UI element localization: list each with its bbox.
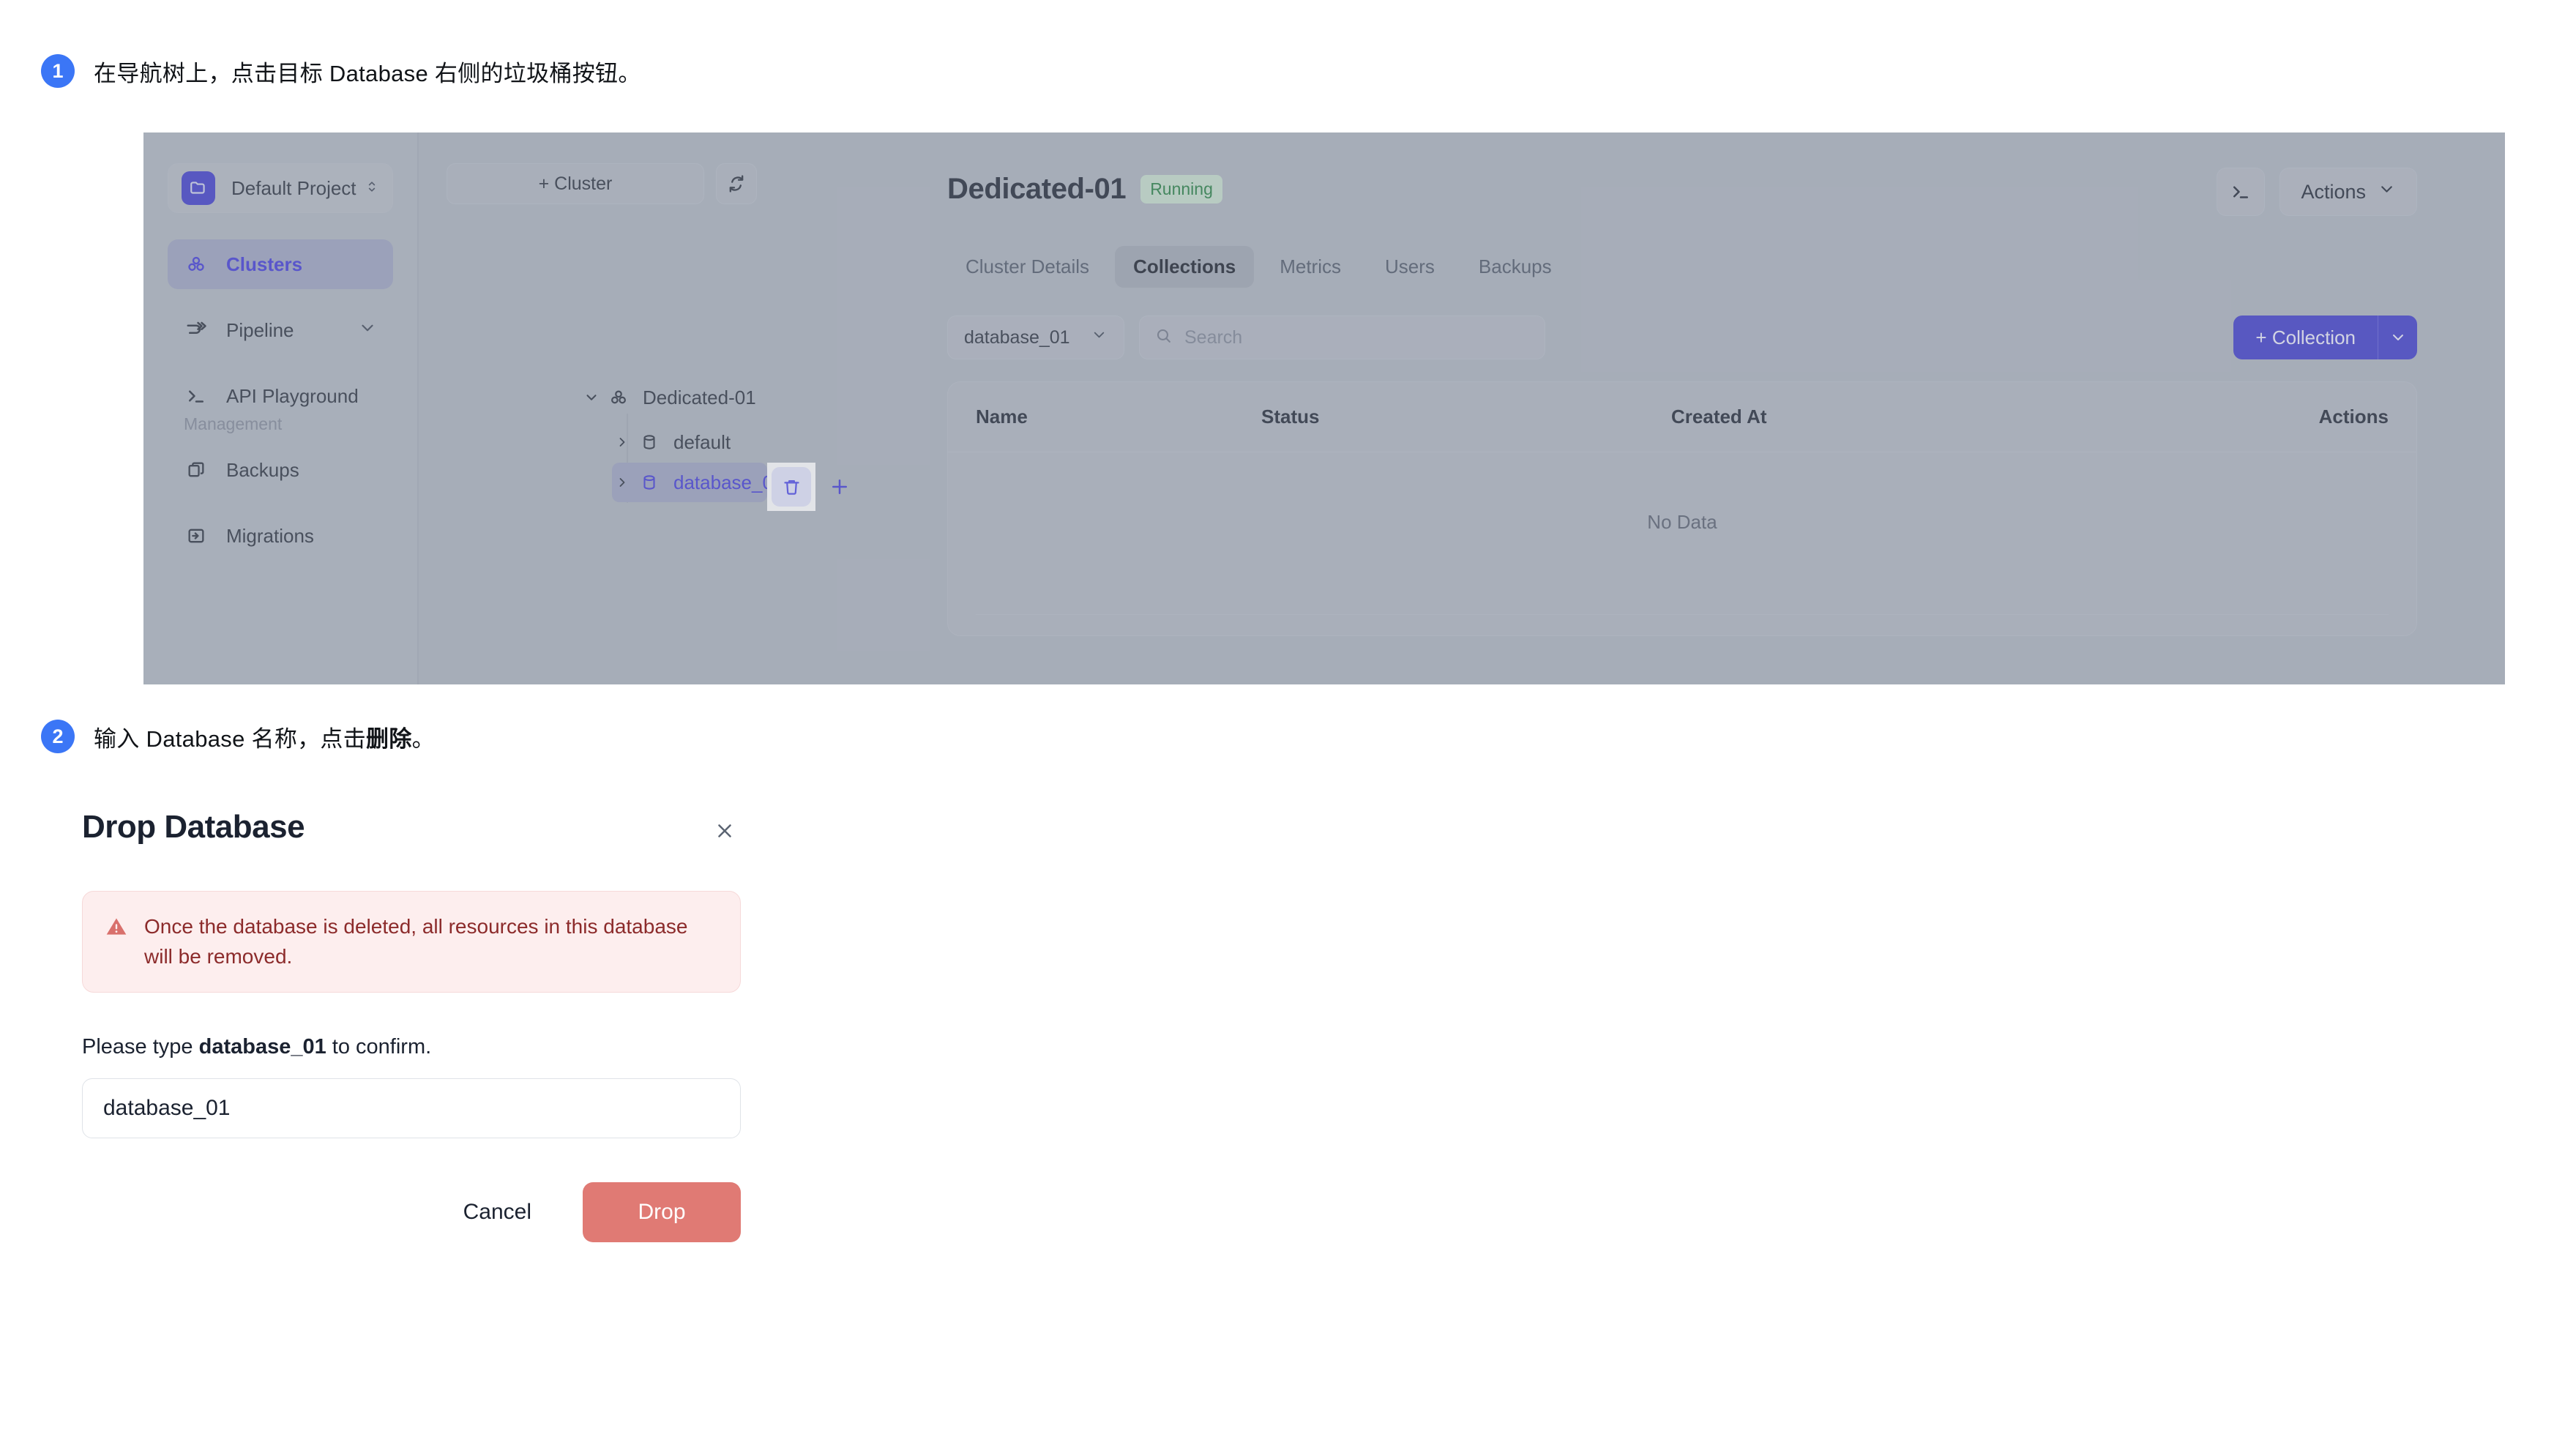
header-actions: Actions bbox=[2217, 168, 2417, 216]
copy-icon bbox=[184, 460, 209, 480]
add-cluster-button[interactable]: + Cluster bbox=[447, 163, 704, 204]
chevron-down-icon[interactable] bbox=[358, 318, 377, 343]
chevron-updown-icon bbox=[365, 178, 379, 199]
sidebar-item-migrations[interactable]: Migrations bbox=[168, 511, 393, 561]
step-1-text: 在导航树上，点击目标 Database 右侧的垃圾桶按钮。 bbox=[94, 55, 641, 88]
actions-dropdown-button[interactable]: Actions bbox=[2279, 168, 2417, 216]
terminal-icon-button[interactable] bbox=[2217, 168, 2265, 216]
database-icon bbox=[637, 473, 662, 492]
tab-collections[interactable]: Collections bbox=[1115, 246, 1254, 288]
sidebar-label-api-playground: API Playground bbox=[226, 385, 359, 408]
status-badge: Running bbox=[1140, 175, 1222, 204]
tree-node-cluster[interactable]: Dedicated-01 bbox=[581, 378, 756, 417]
tab-backups[interactable]: Backups bbox=[1460, 246, 1570, 288]
drop-database-dialog: Drop Database Once the database is delet… bbox=[82, 809, 741, 1242]
sidebar-label-migrations: Migrations bbox=[226, 525, 314, 548]
tree-toolbar: + Cluster bbox=[447, 163, 757, 204]
step-2-text-after: 。 bbox=[412, 726, 435, 752]
step-2-text-before: 输入 Database 名称，点击 bbox=[94, 726, 366, 752]
step-2-row: 2 输入 Database 名称，点击删除。 bbox=[41, 720, 435, 753]
drop-database-trash-button[interactable] bbox=[772, 467, 811, 507]
actions-label: Actions bbox=[2301, 181, 2366, 204]
sidebar-item-pipeline[interactable]: Pipeline bbox=[168, 305, 393, 355]
table-empty-state: No Data bbox=[948, 452, 2416, 591]
drop-button[interactable]: Drop bbox=[583, 1182, 741, 1242]
refresh-icon[interactable] bbox=[716, 163, 757, 204]
main-content: Dedicated-01 Running Actions Cluster Det… bbox=[808, 132, 2505, 684]
cluster-header: Dedicated-01 Running bbox=[947, 173, 1222, 206]
confirm-name-input[interactable]: database_01 bbox=[82, 1078, 741, 1138]
confirm-prefix: Please type bbox=[82, 1035, 199, 1059]
tree-database-label: default bbox=[673, 431, 731, 454]
page-title: Dedicated-01 bbox=[947, 173, 1126, 206]
warning-triangle-icon bbox=[105, 915, 128, 942]
collections-table: Name Status Created At Actions No Data bbox=[947, 381, 2417, 636]
database-icon bbox=[637, 433, 662, 452]
dialog-warning-text: Once the database is deleted, all resour… bbox=[144, 912, 718, 971]
confirm-database-name: database_01 bbox=[199, 1035, 326, 1059]
step-2-text-bold: 删除 bbox=[366, 726, 412, 752]
confirm-suffix: to confirm. bbox=[326, 1035, 431, 1059]
clusters-icon bbox=[606, 387, 631, 408]
console-screenshot: Default Project Clusters Pipeline bbox=[143, 132, 2505, 684]
sidebar: Default Project Clusters Pipeline bbox=[143, 132, 419, 684]
column-header-created-at: Created At bbox=[1671, 406, 2249, 428]
chevron-down-icon bbox=[2378, 180, 2396, 204]
dialog-title: Drop Database bbox=[82, 809, 305, 845]
column-header-name: Name bbox=[976, 406, 1261, 428]
cancel-button[interactable]: Cancel bbox=[434, 1182, 561, 1242]
project-selector[interactable]: Default Project bbox=[168, 163, 393, 213]
sidebar-label-clusters: Clusters bbox=[226, 253, 302, 276]
page-root: 1 在导航树上，点击目标 Database 右侧的垃圾桶按钮。 Default … bbox=[0, 0, 2554, 1456]
search-input[interactable]: Search bbox=[1139, 316, 1545, 359]
search-icon bbox=[1154, 326, 1173, 348]
add-collection-split-button: + Collection bbox=[2233, 316, 2417, 359]
tree-cluster-label: Dedicated-01 bbox=[643, 387, 756, 409]
chevron-down-icon bbox=[1091, 326, 1108, 348]
project-name: Default Project bbox=[231, 177, 356, 200]
terminal-icon bbox=[184, 385, 209, 407]
dialog-footer: Cancel Drop bbox=[82, 1182, 741, 1242]
migrations-icon bbox=[184, 526, 209, 546]
sidebar-item-api-playground[interactable]: API Playground bbox=[168, 371, 393, 421]
chevron-right-icon[interactable] bbox=[612, 475, 632, 490]
step-1-badge: 1 bbox=[41, 54, 75, 88]
tab-bar: Cluster Details Collections Metrics User… bbox=[947, 246, 1570, 288]
add-collection-button[interactable]: + Collection bbox=[2233, 316, 2378, 359]
chevron-right-icon[interactable] bbox=[612, 435, 632, 449]
dialog-warning-alert: Once the database is deleted, all resour… bbox=[82, 891, 741, 993]
step-2-badge: 2 bbox=[41, 720, 75, 753]
pipeline-icon bbox=[184, 319, 209, 341]
step-1-row: 1 在导航树上，点击目标 Database 右侧的垃圾桶按钮。 bbox=[41, 54, 641, 88]
add-collection-caret[interactable] bbox=[2378, 316, 2417, 359]
column-header-status: Status bbox=[1261, 406, 1671, 428]
sidebar-label-pipeline: Pipeline bbox=[226, 319, 294, 342]
database-select[interactable]: database_01 bbox=[947, 316, 1124, 359]
dialog-header: Drop Database bbox=[82, 809, 741, 847]
database-select-value: database_01 bbox=[964, 327, 1070, 348]
table-footer-divider bbox=[976, 614, 2389, 616]
close-icon[interactable] bbox=[709, 815, 741, 847]
search-placeholder: Search bbox=[1184, 327, 1242, 348]
folder-icon bbox=[182, 171, 215, 205]
sidebar-item-clusters[interactable]: Clusters bbox=[168, 239, 393, 289]
column-header-actions: Actions bbox=[2249, 406, 2389, 428]
chevron-down-icon[interactable] bbox=[581, 389, 602, 406]
tree-node-database-database_01[interactable]: database_01 bbox=[612, 463, 767, 502]
tab-users[interactable]: Users bbox=[1367, 246, 1453, 288]
step-2-text: 输入 Database 名称，点击删除。 bbox=[94, 720, 435, 753]
collections-toolbar: database_01 Search bbox=[947, 316, 1545, 359]
sidebar-item-backups[interactable]: Backups bbox=[168, 445, 393, 495]
table-header-row: Name Status Created At Actions bbox=[948, 382, 2416, 452]
tab-cluster-details[interactable]: Cluster Details bbox=[947, 246, 1108, 288]
sidebar-label-backups: Backups bbox=[226, 459, 299, 482]
clusters-icon bbox=[184, 253, 209, 275]
tree-node-database-default[interactable]: default bbox=[612, 422, 731, 462]
tab-metrics[interactable]: Metrics bbox=[1261, 246, 1359, 288]
sidebar-group-management: Management bbox=[184, 414, 282, 434]
dialog-confirm-instruction: Please type database_01 to confirm. bbox=[82, 1035, 741, 1059]
